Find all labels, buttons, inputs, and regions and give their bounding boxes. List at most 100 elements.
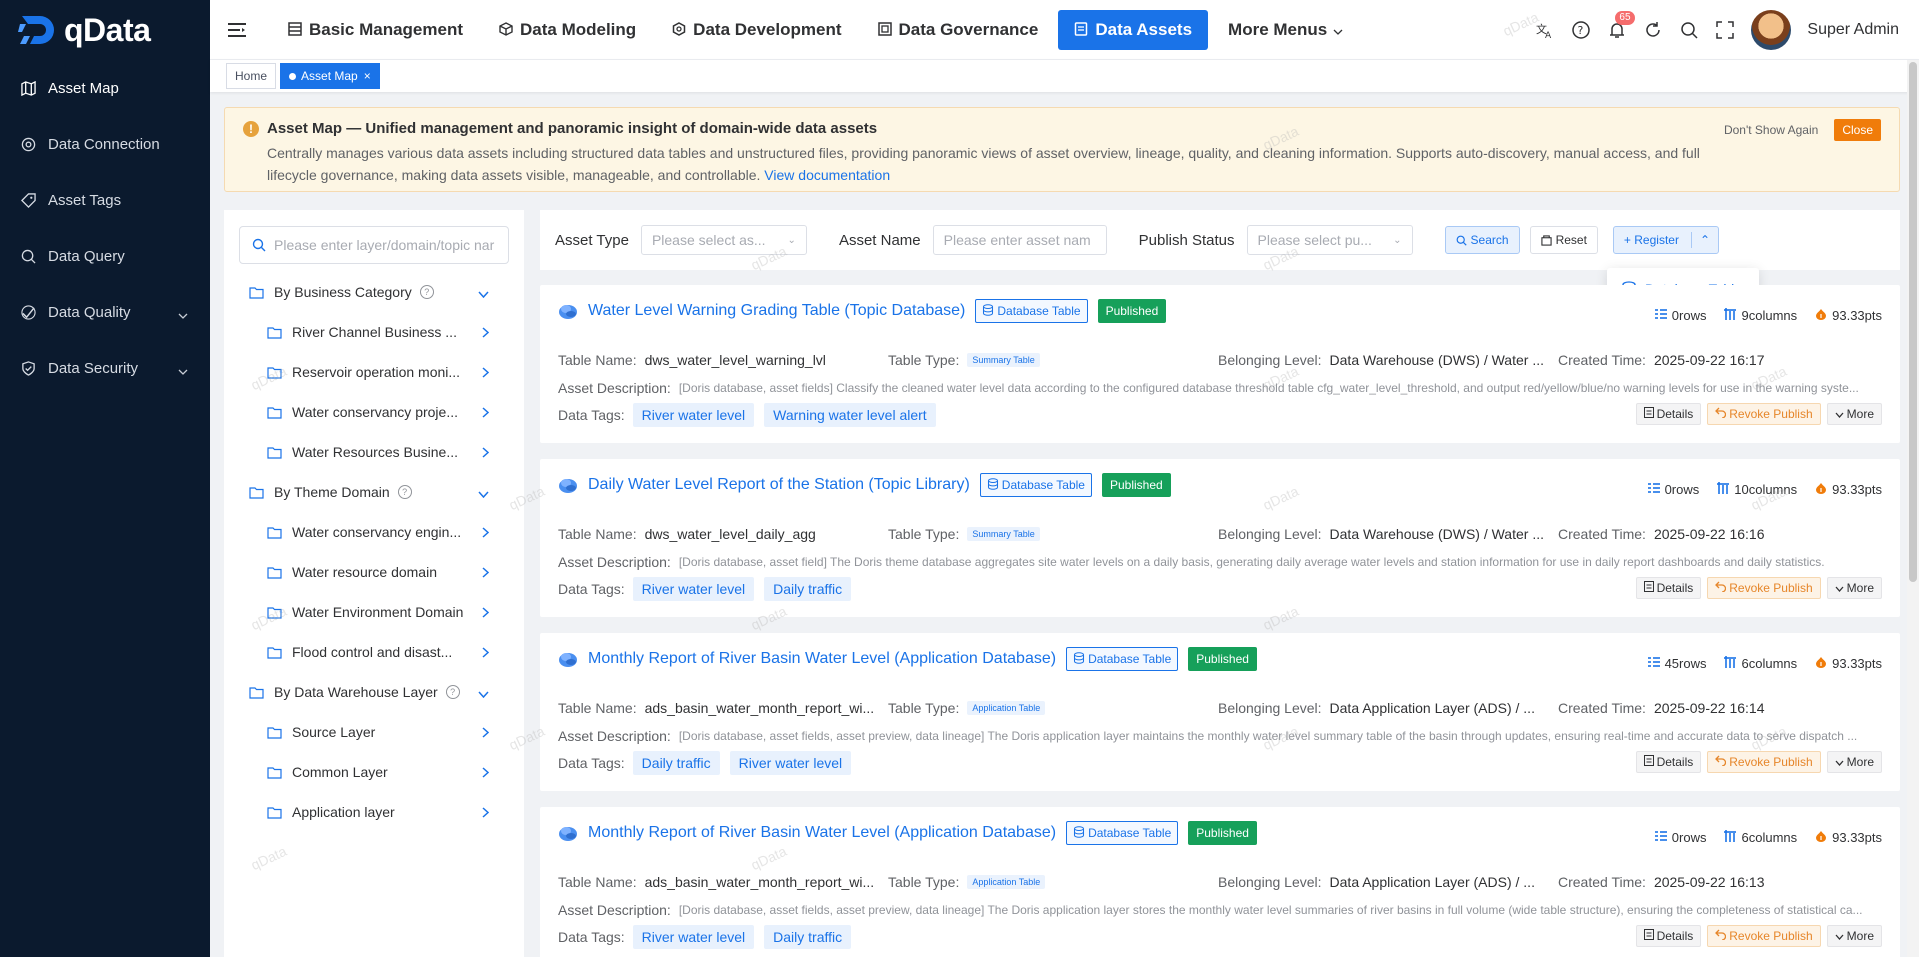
menu-toggle-icon[interactable]	[228, 22, 246, 38]
topnav-data-assets[interactable]: Data Assets	[1058, 9, 1209, 50]
publish-status-select[interactable]: Please select pu... ⌄	[1246, 225, 1413, 255]
sidebar-item-asset-tags[interactable]: Asset Tags	[0, 172, 210, 228]
logo[interactable]: qData	[0, 0, 210, 60]
sidebar-item-data-query[interactable]: Data Query	[0, 228, 210, 284]
register-button[interactable]: + Register ⌃	[1612, 226, 1720, 254]
asset-title[interactable]: Daily Water Level Report of the Station …	[588, 476, 970, 494]
chevron-right-icon[interactable]	[482, 765, 490, 781]
chevron-right-icon[interactable]	[482, 725, 490, 741]
chevron-right-icon[interactable]	[482, 565, 490, 581]
search-button[interactable]: Search	[1444, 226, 1520, 254]
scrollbar-thumb[interactable]	[1909, 62, 1917, 582]
view-documentation-link[interactable]: View documentation	[764, 167, 890, 183]
chevron-right-icon[interactable]	[482, 805, 490, 821]
help-icon[interactable]: ?	[1571, 20, 1591, 40]
chevron-right-icon[interactable]	[482, 365, 490, 381]
tree-group[interactable]: By Data Warehouse Layer ?	[239, 672, 509, 712]
username[interactable]: Super Admin	[1807, 21, 1899, 39]
data-tag[interactable]: River water level	[632, 925, 755, 949]
score-stat: 93.33pts	[1815, 656, 1882, 671]
close-tag-icon[interactable]: ×	[364, 69, 371, 83]
chevron-right-icon[interactable]	[482, 325, 490, 341]
dont-show-again-button[interactable]: Don't Show Again	[1716, 119, 1826, 141]
status-badge: Published	[1101, 473, 1171, 497]
data-tag[interactable]: Warning water level alert	[764, 403, 936, 427]
data-tag[interactable]: Daily traffic	[764, 577, 852, 601]
chevron-right-icon[interactable]	[482, 525, 490, 541]
tree-group[interactable]: By Business Category ?	[239, 272, 509, 312]
chevron-down-icon[interactable]	[478, 485, 489, 501]
topnav-data-modeling[interactable]: Data Modeling	[483, 10, 652, 50]
tree-leaf[interactable]: Flood control and disast...	[239, 632, 509, 672]
sidebar-item-data-security[interactable]: Data Security	[0, 340, 210, 396]
asset-name-input[interactable]: Please enter asset nam	[932, 225, 1107, 255]
tag-home-label: Home	[235, 69, 268, 83]
data-tag[interactable]: River water level	[632, 403, 755, 427]
details-button[interactable]: Details	[1635, 403, 1702, 425]
details-button[interactable]: Details	[1635, 751, 1702, 773]
search-icon[interactable]	[1679, 20, 1699, 40]
details-button[interactable]: Details	[1635, 925, 1702, 947]
avatar[interactable]	[1751, 10, 1792, 50]
tree-group[interactable]: By Theme Domain ?	[239, 472, 509, 512]
chevron-right-icon[interactable]	[482, 405, 490, 421]
data-tag[interactable]: Daily traffic	[632, 751, 720, 775]
tree-leaf[interactable]: Water resource domain	[239, 552, 509, 592]
topnav-basic-management[interactable]: Basic Management	[272, 10, 479, 50]
revoke-publish-button[interactable]: Revoke Publish	[1707, 751, 1821, 773]
more-button[interactable]: More	[1826, 577, 1882, 599]
sidebar-item-data-quality[interactable]: Data Quality	[0, 284, 210, 340]
tree-leaf[interactable]: Common Layer	[239, 752, 509, 792]
tree-leaf[interactable]: River Channel Business ...	[239, 312, 509, 352]
refresh-icon[interactable]	[1643, 20, 1663, 40]
sidebar-item-data-connection[interactable]: Data Connection	[0, 116, 210, 172]
tag-asset-map[interactable]: Asset Map ×	[280, 63, 380, 89]
sidebar-item-asset-map[interactable]: Asset Map	[0, 60, 210, 116]
tree-leaf[interactable]: Water Environment Domain	[239, 592, 509, 632]
close-notice-button[interactable]: Close	[1834, 119, 1881, 141]
chevron-down-icon[interactable]	[478, 285, 489, 301]
revoke-publish-button[interactable]: Revoke Publish	[1707, 577, 1821, 599]
tree-leaf[interactable]: Water Resources Busine...	[239, 432, 509, 472]
reset-button[interactable]: Reset	[1529, 226, 1598, 254]
fullscreen-icon[interactable]	[1715, 20, 1735, 40]
asset-title[interactable]: Monthly Report of River Basin Water Leve…	[588, 650, 1056, 668]
data-tag[interactable]: River water level	[729, 751, 852, 775]
chevron-down-icon[interactable]	[478, 685, 489, 701]
data-tag[interactable]: River water level	[632, 577, 755, 601]
tree-leaf[interactable]: Water conservancy proje...	[239, 392, 509, 432]
tree-leaf[interactable]: Application layer	[239, 792, 509, 832]
data-tag[interactable]: Daily traffic	[764, 925, 852, 949]
revoke-publish-button[interactable]: Revoke Publish	[1707, 925, 1821, 947]
topnav-data-governance[interactable]: Data Governance	[862, 10, 1055, 50]
asset-title[interactable]: Monthly Report of River Basin Water Leve…	[588, 824, 1056, 842]
topnav-data-development[interactable]: Data Development	[656, 10, 857, 50]
chevron-right-icon[interactable]	[482, 445, 490, 461]
chevron-right-icon[interactable]	[482, 645, 490, 661]
tag-home[interactable]: Home	[226, 63, 277, 89]
more-button[interactable]: More	[1826, 751, 1882, 773]
chevron-right-icon[interactable]	[482, 605, 490, 621]
help-icon[interactable]: ?	[445, 685, 460, 699]
help-icon[interactable]: ?	[419, 285, 434, 299]
revoke-publish-button[interactable]: Revoke Publish	[1707, 403, 1821, 425]
help-icon[interactable]: ?	[397, 485, 412, 499]
tree-search-input[interactable]: Please enter layer/domain/topic nar	[239, 226, 509, 264]
topnav-label: More Menus	[1228, 19, 1328, 39]
asset-type-select[interactable]: Please select as... ⌄	[640, 225, 807, 255]
more-button[interactable]: More	[1826, 403, 1882, 425]
more-button[interactable]: More	[1826, 925, 1882, 947]
details-button[interactable]: Details	[1635, 577, 1702, 599]
asset-name-label: Asset Name	[838, 231, 921, 249]
chevron-up-icon[interactable]: ⌃	[1690, 232, 1718, 248]
tree-leaf[interactable]: Source Layer	[239, 712, 509, 752]
asset-type-tag: Database Table	[979, 473, 1092, 497]
logo-icon	[18, 16, 54, 44]
topnav-more-menus[interactable]: More Menus	[1212, 10, 1359, 50]
asset-title[interactable]: Water Level Warning Grading Table (Topic…	[588, 302, 965, 320]
tree-leaf[interactable]: Reservoir operation moni...	[239, 352, 509, 392]
asset-database-icon	[558, 824, 578, 842]
notification-icon[interactable]: 65	[1607, 11, 1635, 40]
translate-icon[interactable]: 文A	[1535, 20, 1555, 40]
tree-leaf[interactable]: Water conservancy engin...	[239, 512, 509, 552]
